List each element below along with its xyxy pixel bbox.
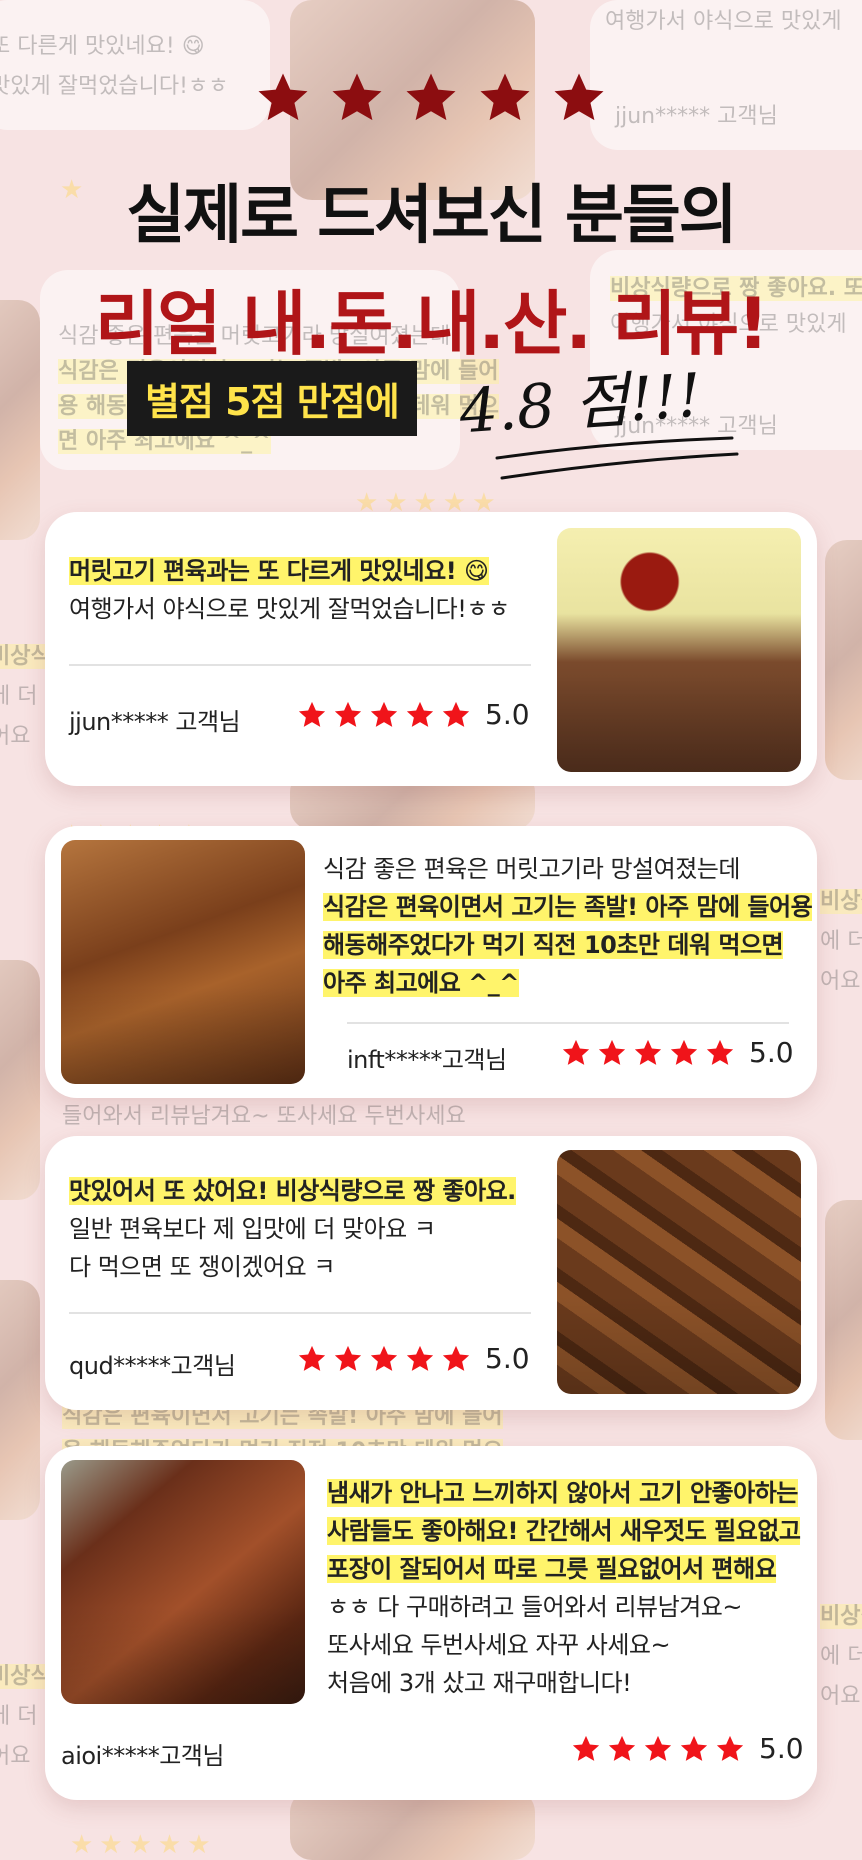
review-line: ㅎㅎ 다 구매하려고 들어와서 리뷰남겨요~ [327,1593,742,1621]
review-rating: 5.0 [297,1342,530,1375]
review-line: 머릿고기 편육과는 또 다르게 맛있네요! 😋 [69,557,489,585]
review-line: 처음에 3개 샀고 재구매합니다! [327,1669,632,1697]
reviewer-name: jjun***** 고객님 [69,708,241,736]
reviewer-name: qud*****고객님 [69,1352,236,1380]
star-icon [297,700,327,730]
star-icon [633,1038,663,1068]
review-line: 해동해주었다가 먹기 직전 10초만 데워 먹으면 [323,931,784,959]
review-line: 식감은 편육이면서 고기는 족발! 아주 맘에 들어용 [323,893,813,921]
handwritten-underline [495,436,739,480]
review-line: 일반 편육보다 제 입맛에 더 맞아요 ㅋ [69,1215,436,1243]
review-line: 다 먹으면 또 쟁이겠어요 ㅋ [69,1253,335,1281]
review-line: 냄새가 안나고 느끼하지 않아서 고기 안좋아하는 [327,1479,798,1507]
star-icon [551,70,607,126]
star-icon [679,1734,709,1764]
review-body: 식감 좋은 편육은 머릿고기라 망설여졌는데 식감은 편육이면서 고기는 족발!… [323,850,813,1002]
headline-primary: 실제로 드셔보신 분들의 [126,179,737,253]
star-icon [329,70,385,126]
review-score: 5.0 [759,1732,804,1765]
review-card: 머릿고기 편육과는 또 다르게 맛있네요! 😋 여행가서 야식으로 맛있게 잘먹… [45,512,817,786]
review-body: 머릿고기 편육과는 또 다르게 맛있네요! 😋 여행가서 야식으로 맛있게 잘먹… [69,552,510,628]
review-score: 5.0 [485,1342,530,1375]
review-photo [557,1150,801,1394]
review-score: 5.0 [749,1036,794,1069]
star-icon [705,1038,735,1068]
review-photo [557,528,801,772]
overall-rating: 별점 5점 만점에 4.8 점!!! [127,355,703,447]
star-icon [333,1344,363,1374]
review-rating: 5.0 [297,698,530,731]
star-icon [441,1344,471,1374]
reviewer-name: inft*****고객님 [347,1046,507,1074]
star-icon [477,70,533,126]
review-card: 식감 좋은 편육은 머릿고기라 망설여졌는데 식감은 편육이면서 고기는 족발!… [45,826,817,1098]
review-line: 아주 최고에요 ^_^ [323,969,519,997]
rating-label-badge: 별점 5점 만점에 [127,361,417,436]
star-icon [571,1734,601,1764]
review-card: 냄새가 안나고 느끼하지 않아서 고기 안좋아하는 사람들도 좋아해요! 간간해… [45,1446,817,1800]
review-body: 맛있어서 또 샀어요! 비상식량으로 짱 좋아요. 일반 편육보다 제 입맛에 … [69,1172,516,1286]
divider [69,664,531,666]
star-icon [403,70,459,126]
review-card: 맛있어서 또 샀어요! 비상식량으로 짱 좋아요. 일반 편육보다 제 입맛에 … [45,1136,817,1410]
star-icon [255,70,311,126]
star-icon [441,700,471,730]
star-icon [597,1038,627,1068]
star-icon [561,1038,591,1068]
review-score: 5.0 [485,698,530,731]
review-photo [61,840,305,1084]
star-icon [643,1734,673,1764]
review-body: 냄새가 안나고 느끼하지 않아서 고기 안좋아하는 사람들도 좋아해요! 간간해… [327,1474,801,1702]
divider [69,1312,531,1314]
reviewer-name: aioi*****고객님 [61,1742,224,1770]
star-icon [405,1344,435,1374]
star-icon [607,1734,637,1764]
review-line: 또사세요 두번사세요 자꾸 사세요~ [327,1631,671,1659]
star-icon [297,1344,327,1374]
star-icon [715,1734,745,1764]
star-icon [669,1038,699,1068]
review-line: 사람들도 좋아해요! 간간해서 새우젓도 필요없고 [327,1517,801,1545]
review-line: 식감 좋은 편육은 머릿고기라 망설여졌는데 [323,855,740,883]
star-icon [333,700,363,730]
review-line: 여행가서 야식으로 맛있게 잘먹었습니다!ㅎㅎ [69,595,510,623]
star-icon [405,700,435,730]
divider [347,1022,789,1024]
rating-stars-large [0,70,862,126]
review-line: 맛있어서 또 샀어요! 비상식량으로 짱 좋아요. [69,1177,516,1205]
review-photo [61,1460,305,1704]
review-rating: 5.0 [571,1732,804,1765]
headline-secondary: 리얼 내.돈.내.산. 리뷰! [94,283,769,365]
review-header: 실제로 드셔보신 분들의 리얼 내.돈.내.산. 리뷰! [0,70,862,369]
review-line: 포장이 잘되어서 따로 그릇 필요없어서 편해요 [327,1555,777,1583]
star-icon [369,700,399,730]
star-icon [369,1344,399,1374]
review-rating: 5.0 [561,1036,794,1069]
